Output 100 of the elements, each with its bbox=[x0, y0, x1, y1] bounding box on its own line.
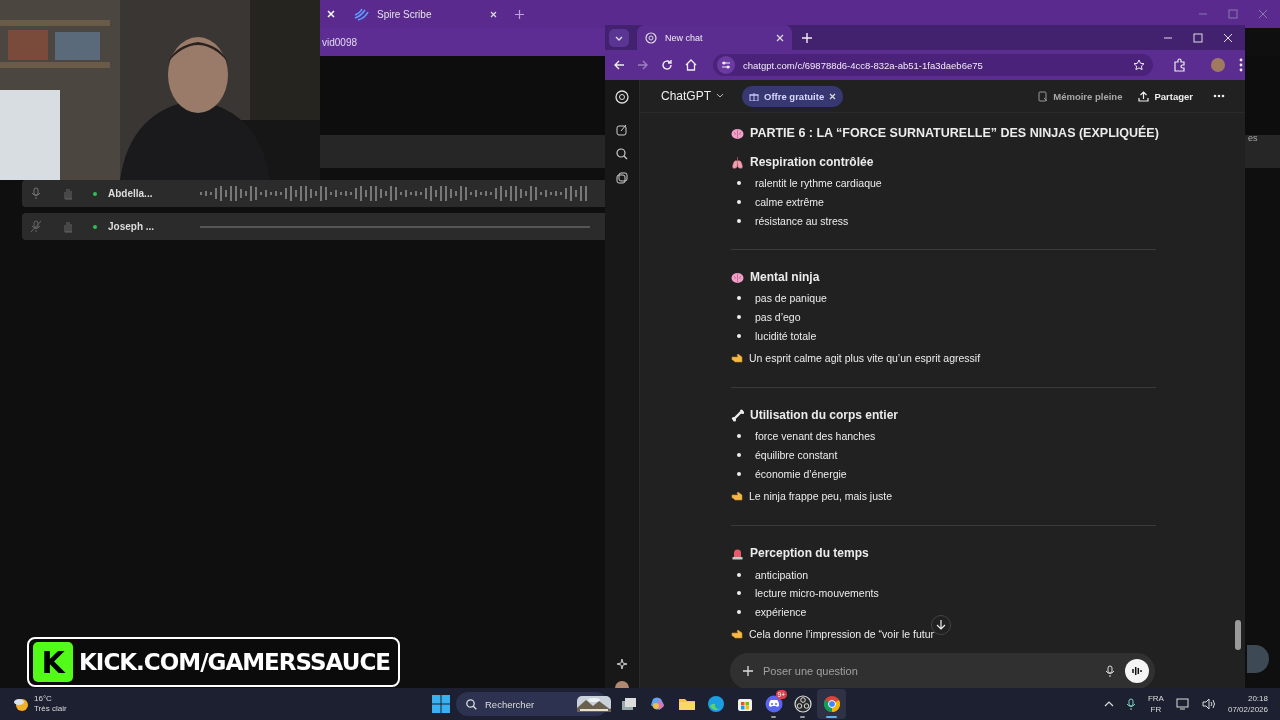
menu-icon[interactable] bbox=[1239, 58, 1243, 72]
search-icon bbox=[466, 698, 477, 710]
browser-tab[interactable]: New chat bbox=[637, 25, 792, 50]
brain-icon bbox=[731, 270, 744, 284]
reload-icon[interactable] bbox=[661, 59, 673, 71]
bullet-icon bbox=[737, 434, 741, 439]
tab-label[interactable]: es bbox=[1248, 133, 1258, 143]
list-item: pas d’ego bbox=[755, 311, 801, 324]
bullet-icon bbox=[737, 296, 741, 301]
pointing-hand-icon bbox=[731, 628, 743, 641]
share-icon bbox=[1138, 90, 1150, 102]
gift-icon bbox=[749, 91, 759, 101]
avatar-icon[interactable] bbox=[1211, 58, 1225, 72]
voice-icon[interactable] bbox=[1125, 659, 1149, 683]
bullet-icon bbox=[737, 591, 741, 596]
bullet-icon bbox=[737, 453, 741, 458]
address-bar[interactable]: chatgpt.com/c/698788d6-4cc8-832a-ab51-1fa3daeb6e75 bbox=[713, 54, 1153, 76]
star-icon[interactable] bbox=[1133, 59, 1145, 71]
sparkle-icon[interactable] bbox=[617, 659, 627, 669]
participant-name: Joseph ... bbox=[108, 221, 156, 232]
plus-icon[interactable] bbox=[515, 9, 524, 19]
list-item: force venant des hanches bbox=[755, 430, 876, 443]
memory-full-button[interactable]: Mémoire pleine bbox=[1038, 90, 1123, 102]
status-dot bbox=[93, 191, 97, 196]
avatar-icon[interactable] bbox=[615, 681, 629, 688]
message-input[interactable]: Poser une question bbox=[763, 665, 1095, 677]
list-item: ralentit le rythme cardiaque bbox=[755, 177, 882, 190]
list-item: économie d’énergie bbox=[755, 467, 847, 480]
pointing-hand-icon bbox=[731, 352, 743, 365]
chrome-icon bbox=[822, 695, 841, 713]
home-icon[interactable] bbox=[685, 59, 697, 71]
list-item: pas de panique bbox=[755, 292, 827, 305]
back-icon[interactable] bbox=[613, 59, 625, 71]
offer-chip[interactable]: Offre gratuite bbox=[742, 85, 844, 107]
language-indicator[interactable]: FRA FR bbox=[1147, 693, 1164, 715]
bullet-icon bbox=[737, 315, 741, 320]
browser-tab[interactable]: Spire Scribe bbox=[345, 0, 505, 28]
subheading: Respiration contrôlée bbox=[750, 155, 874, 169]
logo: K bbox=[33, 642, 73, 682]
memory-icon bbox=[1038, 90, 1049, 102]
bullet-icon bbox=[737, 200, 741, 205]
list-item: résistance au stress bbox=[755, 214, 849, 227]
taskbar-button[interactable] bbox=[817, 689, 846, 719]
model-selector[interactable]: ChatGPT bbox=[661, 89, 724, 103]
bullet-icon bbox=[737, 333, 741, 338]
share-button[interactable]: Partager bbox=[1138, 90, 1193, 102]
chevron-down-icon[interactable] bbox=[609, 28, 629, 47]
chevron-up-icon[interactable] bbox=[1103, 701, 1114, 707]
task-view-icon bbox=[619, 695, 638, 713]
bone-icon bbox=[731, 408, 744, 422]
flower-logo-icon[interactable] bbox=[615, 90, 629, 104]
note-text: Un esprit calme agit plus vite qu’un esprit agressif bbox=[749, 352, 981, 365]
more-icon[interactable] bbox=[1213, 94, 1225, 98]
bullet-icon bbox=[737, 572, 741, 577]
running-indicator bbox=[800, 716, 805, 718]
running-indicator bbox=[826, 716, 837, 718]
scrollbar-icon[interactable] bbox=[1235, 620, 1241, 650]
bullet-icon bbox=[737, 218, 741, 223]
wave-icon bbox=[353, 7, 369, 21]
bullet-icon bbox=[737, 181, 741, 186]
list-item: lucidité totale bbox=[755, 329, 817, 342]
bullet-icon bbox=[737, 471, 741, 476]
weather-condition: Très clair bbox=[34, 704, 67, 714]
chevron-down-icon bbox=[716, 93, 724, 99]
weather-icon[interactable] bbox=[12, 696, 30, 712]
images-icon[interactable] bbox=[616, 172, 628, 184]
list-item: équilibre constant bbox=[755, 449, 838, 462]
search-icon[interactable] bbox=[616, 148, 628, 160]
status-dot bbox=[93, 224, 97, 229]
extension-icon[interactable] bbox=[1173, 58, 1187, 72]
game-controller-icon bbox=[764, 695, 783, 713]
search-field[interactable]: Rechercher bbox=[485, 698, 569, 710]
network-icon[interactable] bbox=[1175, 698, 1190, 710]
participant-name: Abdella... bbox=[108, 188, 154, 199]
mic-icon[interactable] bbox=[1105, 664, 1115, 678]
search-bar[interactable]: Rechercher bbox=[456, 692, 608, 716]
tune-icon[interactable] bbox=[717, 56, 735, 74]
list-item: anticipation bbox=[755, 568, 809, 581]
pointing-hand-icon bbox=[731, 490, 743, 503]
composer[interactable]: Poser une question bbox=[730, 653, 1155, 688]
subheading: Perception du temps bbox=[750, 546, 869, 561]
banner-text: KICK.COM/GAMERSSAUCE bbox=[79, 649, 390, 675]
note-text: Le ninja frappe peu, mais juste bbox=[749, 490, 892, 503]
address-bar[interactable]: vid0098 bbox=[320, 28, 605, 56]
list-item: expérience bbox=[755, 605, 807, 618]
forward-icon[interactable] bbox=[637, 59, 649, 71]
clock[interactable]: 20:18 07/02/2026 bbox=[1227, 693, 1268, 715]
edge-icon bbox=[706, 695, 725, 713]
new-chat-icon[interactable] bbox=[616, 124, 628, 136]
obs-icon bbox=[793, 695, 812, 713]
volume-icon[interactable] bbox=[1201, 698, 1216, 710]
section-heading: PARTIE 6 : LA “FORCE SURNATURELLE” DES NINJAS (EXPLIQUÉE) bbox=[750, 126, 1159, 140]
subheading: Mental ninja bbox=[750, 270, 820, 285]
list-item: calme extrême bbox=[755, 196, 824, 209]
bullet-icon bbox=[737, 609, 741, 614]
windows-start-icon[interactable] bbox=[432, 695, 450, 713]
temperature: 16°C bbox=[34, 694, 53, 704]
plus-icon[interactable] bbox=[743, 666, 753, 676]
running-indicator bbox=[771, 716, 776, 718]
mic-icon[interactable] bbox=[1125, 697, 1136, 711]
